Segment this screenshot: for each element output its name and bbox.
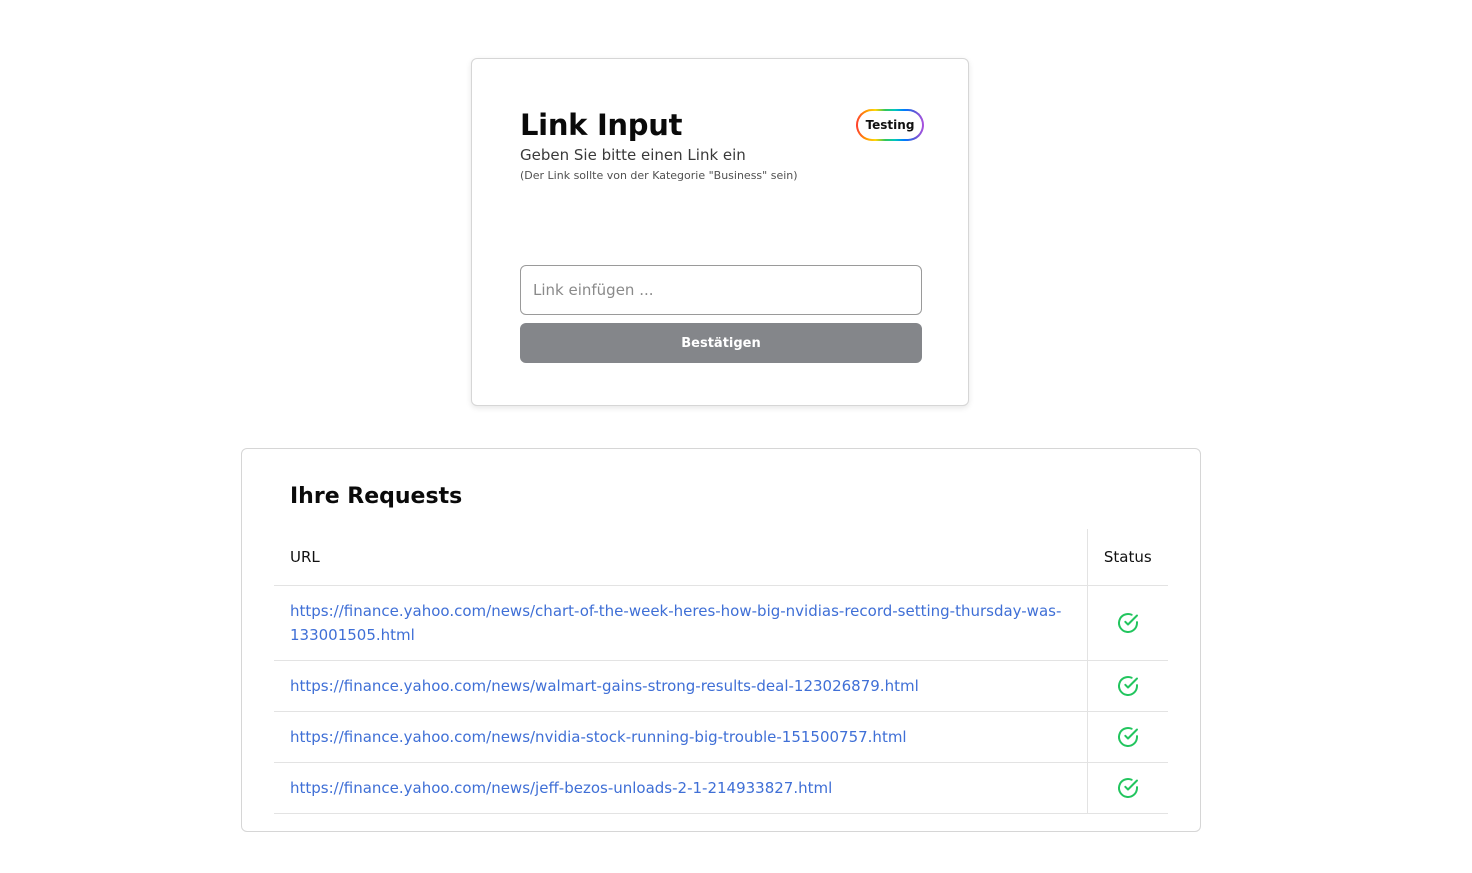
testing-badge-label: Testing [858,111,922,139]
check-circle-icon [1117,778,1138,798]
status-cell [1086,660,1168,712]
table-row: https://finance.yahoo.com/news/chart-of-… [274,585,1168,661]
column-header-status: Status [1086,529,1168,586]
request-url-link[interactable]: https://finance.yahoo.com/news/chart-of-… [290,602,1061,644]
url-cell: https://finance.yahoo.com/news/walmart-g… [274,660,1087,712]
card-subtitle: Geben Sie bitte einen Link ein [520,146,746,164]
status-cell [1086,585,1168,661]
confirm-button[interactable]: Bestätigen [520,323,922,363]
check-circle-icon [1117,676,1138,696]
card-title: Link Input [520,108,683,142]
link-input-card: Link Input Testing Geben Sie bitte einen… [471,58,969,406]
table-row: https://finance.yahoo.com/news/walmart-g… [274,660,1168,712]
status-cell [1086,762,1168,814]
card-hint: (Der Link sollte von der Kategorie "Busi… [520,169,798,182]
requests-card: Ihre Requests URL Status https://finance… [241,448,1201,832]
url-cell: https://finance.yahoo.com/news/chart-of-… [274,585,1087,661]
check-circle-icon [1117,613,1138,633]
testing-badge: Testing [856,109,924,141]
link-input-field[interactable] [520,265,922,315]
table-row: https://finance.yahoo.com/news/jeff-bezo… [274,762,1168,814]
request-url-link[interactable]: https://finance.yahoo.com/news/walmart-g… [290,677,919,695]
url-cell: https://finance.yahoo.com/news/nvidia-st… [274,711,1087,763]
check-circle-icon [1117,727,1138,747]
requests-table: URL Status https://finance.yahoo.com/new… [274,529,1168,814]
url-cell: https://finance.yahoo.com/news/jeff-bezo… [274,762,1087,814]
table-row: https://finance.yahoo.com/news/nvidia-st… [274,711,1168,763]
status-cell [1086,711,1168,763]
request-url-link[interactable]: https://finance.yahoo.com/news/nvidia-st… [290,728,907,746]
table-header-row: URL Status [274,529,1168,586]
request-url-link[interactable]: https://finance.yahoo.com/news/jeff-bezo… [290,779,832,797]
page: Link Input Testing Geben Sie bitte einen… [0,0,1472,873]
column-header-url: URL [274,529,1087,586]
requests-title: Ihre Requests [290,484,463,509]
